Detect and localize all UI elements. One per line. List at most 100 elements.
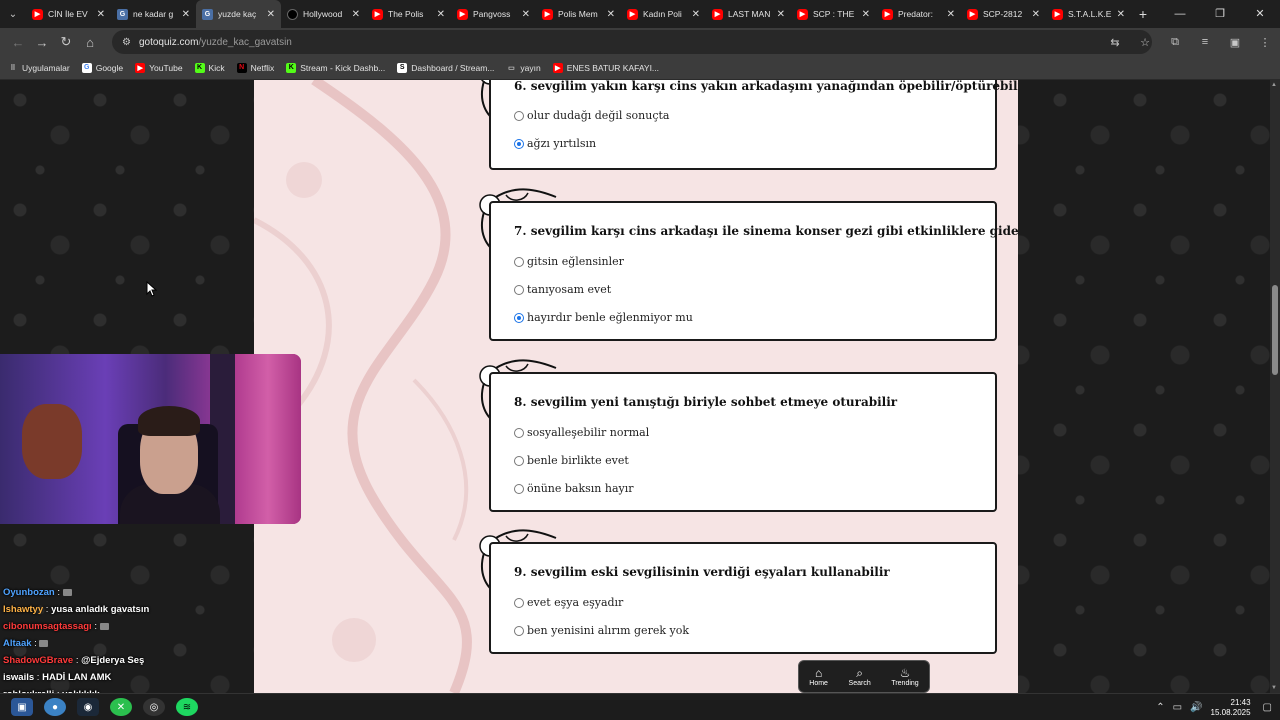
radio-button[interactable] — [514, 483, 524, 494]
browser-tab[interactable]: Hollywood ✕ — [281, 0, 366, 28]
answer-option[interactable]: önüne baksın hayır — [514, 482, 634, 495]
bookmark-item[interactable]: N Netflix — [236, 62, 274, 73]
close-tab-icon[interactable]: ✕ — [522, 9, 530, 20]
bookmark-item[interactable]: G Google — [81, 62, 123, 73]
scrollbar-thumb[interactable] — [1272, 285, 1278, 375]
youtube-icon: ▶ — [712, 8, 723, 20]
bookmark-item[interactable]: K Stream - Kick Dashb... — [286, 62, 385, 73]
answer-option[interactable]: ağzı yırtılsın — [514, 137, 596, 150]
radio-button[interactable] — [514, 427, 524, 438]
answer-option[interactable]: sosyalleşebilir normal — [514, 426, 649, 439]
answer-option[interactable]: tanıyosam evet — [514, 283, 611, 296]
radio-button[interactable] — [514, 455, 524, 466]
bookmark-item[interactable]: ⠿ Uygulamalar — [8, 62, 70, 73]
menu-icon[interactable]: ⋮ — [1250, 36, 1280, 49]
question-card: 9. sevgilim eski sevgilisinin verdiği eş… — [489, 542, 997, 654]
tab-search-chevron-icon[interactable]: ⌄ — [0, 0, 26, 28]
browser-tab[interactable]: ▶ CİN İle EV ✕ — [26, 0, 111, 28]
profile-icon[interactable]: ▣ — [1220, 36, 1250, 49]
home-icon[interactable]: ⌂ — [78, 35, 102, 50]
close-tab-icon[interactable]: ✕ — [97, 9, 105, 20]
extensions-icon[interactable]: ⧉ — [1160, 36, 1190, 49]
clock[interactable]: 21:43 15.08.2025 — [1211, 698, 1251, 718]
bookmark-item[interactable]: ▭ yayın — [506, 63, 541, 73]
browser-tab[interactable]: Gne kadar g ✕ — [111, 0, 196, 28]
close-tab-icon[interactable]: ✕ — [1032, 9, 1040, 20]
browser-tab[interactable]: ▶ LAST MAN ✕ — [706, 0, 791, 28]
answer-option[interactable]: hayırdır benle eğlenmiyor mu — [514, 311, 693, 324]
steam-icon[interactable]: ◉ — [77, 698, 99, 716]
bottom-nav-search[interactable]: ⌕ Search — [849, 666, 871, 687]
answer-label: evet eşya eşyadır — [527, 596, 624, 609]
browser-tab[interactable]: ▶ Kadın Poli ✕ — [621, 0, 706, 28]
close-window-icon[interactable]: ✕ — [1240, 0, 1280, 28]
browser-tab[interactable]: ▶ SCP : THE ✕ — [791, 0, 876, 28]
close-tab-icon[interactable]: ✕ — [352, 9, 360, 20]
question-title: 6. sevgilim yakın karşı cins yakın arkad… — [514, 80, 1018, 93]
browser-taskbar-icon[interactable]: ● — [44, 698, 66, 716]
bookmark-item[interactable]: ▶ ENES BATUR KAFAYI... — [552, 62, 659, 73]
radio-button[interactable] — [514, 312, 524, 323]
browser-tab[interactable]: ▶ The Polis ✕ — [366, 0, 451, 28]
answer-option[interactable]: evet eşya eşyadır — [514, 596, 623, 609]
forward-icon[interactable]: → — [30, 35, 54, 50]
close-tab-icon[interactable]: ✕ — [862, 9, 870, 20]
site-info-icon[interactable]: ⚙ — [122, 37, 131, 48]
back-icon[interactable]: ← — [6, 35, 30, 50]
obs-icon[interactable]: ◎ — [143, 698, 165, 716]
browser-tab[interactable]: ▶ Polis Mem ✕ — [536, 0, 621, 28]
clock-time: 21:43 — [1230, 697, 1251, 707]
radio-button[interactable] — [514, 138, 524, 149]
tray-chevron-icon[interactable]: ⌃ — [1156, 702, 1164, 713]
browser-tab[interactable]: ▶ Predator: ✕ — [876, 0, 961, 28]
browser-tab[interactable]: Gyuzde kaç ✕ — [196, 0, 281, 28]
scroll-up-icon[interactable]: ▲ — [1271, 82, 1277, 88]
answer-option[interactable]: olur dudağı değil sonuçta — [514, 109, 669, 122]
scroll-down-icon[interactable]: ▼ — [1271, 685, 1277, 691]
close-tab-icon[interactable]: ✕ — [437, 9, 445, 20]
file-explorer-icon[interactable]: ▣ — [11, 698, 33, 716]
youtube-icon: ▶ — [372, 8, 383, 20]
x-icon — [287, 8, 298, 20]
bottom-nav-home[interactable]: ⌂ Home — [809, 666, 828, 687]
answer-option[interactable]: gitsin eğlensinler — [514, 255, 624, 268]
radio-button[interactable] — [514, 284, 524, 295]
chat-message: Altaak : — [0, 635, 260, 652]
radio-button[interactable] — [514, 625, 524, 636]
media-controls-icon[interactable]: ≡ — [1190, 36, 1220, 48]
close-tab-icon[interactable]: ✕ — [777, 9, 785, 20]
bookmark-item[interactable]: S Dashboard / Stream... — [397, 62, 494, 73]
page-scrollbar[interactable]: ▲ ▼ — [1270, 80, 1280, 693]
bookmark-item[interactable]: K Kick — [194, 62, 225, 73]
taskbar: ▣ ● ◉ ✕ ◎ ≋ ⌃ ▭ 🔊 21:43 15.08.2025 ▢ — [0, 693, 1280, 720]
xbox-icon[interactable]: ✕ — [110, 698, 132, 716]
answer-option[interactable]: benle birlikte evet — [514, 454, 629, 467]
bottom-nav-trending[interactable]: ♨ Trending — [891, 666, 918, 687]
browser-tab[interactable]: ▶ Pangvoss ✕ — [451, 0, 536, 28]
browser-tab[interactable]: ▶ SCP-2812 ✕ — [961, 0, 1046, 28]
close-tab-icon[interactable]: ✕ — [947, 9, 955, 20]
close-tab-icon[interactable]: ✕ — [692, 9, 700, 20]
network-icon[interactable]: ▭ — [1173, 702, 1182, 713]
notification-icon[interactable]: ▢ — [1263, 702, 1272, 713]
radio-button[interactable] — [514, 110, 524, 121]
bookmark-star-icon[interactable]: ☆ — [1130, 36, 1160, 49]
radio-button[interactable] — [514, 597, 524, 608]
restore-icon[interactable]: ❐ — [1200, 0, 1240, 28]
close-tab-icon[interactable]: ✕ — [267, 9, 275, 20]
radio-button[interactable] — [514, 256, 524, 267]
close-tab-icon[interactable]: ✕ — [1117, 9, 1125, 20]
bookmark-item[interactable]: ▶ YouTube — [135, 62, 183, 73]
translate-icon[interactable]: ⇆ — [1100, 36, 1130, 49]
system-tray: ⌃ ▭ 🔊 21:43 15.08.2025 ▢ — [1156, 694, 1280, 720]
close-tab-icon[interactable]: ✕ — [182, 9, 190, 20]
address-bar[interactable]: ⚙ gotoquiz.com/yuzde_kac_gavatsin — [112, 30, 1152, 54]
reload-icon[interactable]: ↻ — [54, 34, 78, 50]
new-tab-button[interactable]: + — [1131, 6, 1155, 22]
spotify-icon[interactable]: ≋ — [176, 698, 198, 716]
answer-option[interactable]: ben yenisini alırım gerek yok — [514, 624, 689, 637]
minimize-icon[interactable]: — — [1160, 0, 1200, 28]
volume-icon[interactable]: 🔊 — [1190, 702, 1202, 713]
close-tab-icon[interactable]: ✕ — [607, 9, 615, 20]
browser-tab[interactable]: ▶ S.T.A.L.K.E ✕ — [1046, 0, 1131, 28]
